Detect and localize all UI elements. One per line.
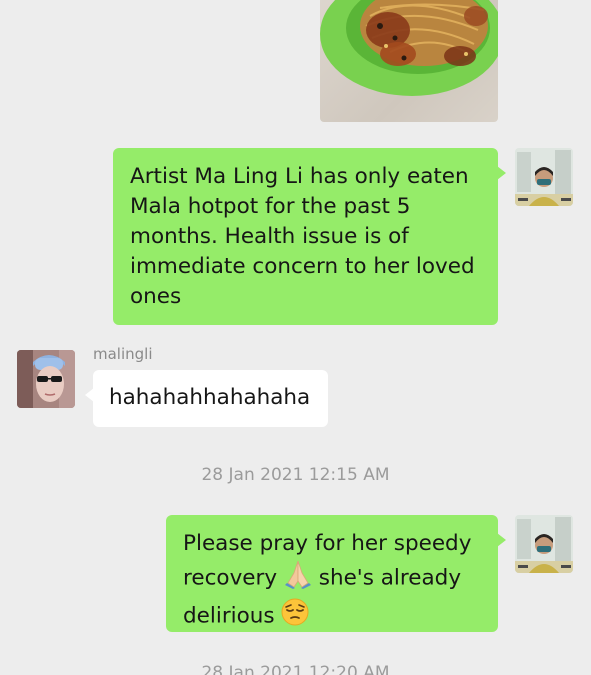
sender-name: malingli: [93, 345, 153, 363]
pensive-face-emoji-icon: [281, 598, 309, 635]
avatar-portrait-image: [515, 148, 573, 206]
my-avatar[interactable]: [515, 515, 573, 573]
contact-avatar[interactable]: [17, 350, 75, 408]
message-text: Artist Ma Ling Li has only eaten Mala ho…: [130, 164, 475, 309]
message-bubble-sent[interactable]: Please pray for her speedy recovery she'…: [166, 515, 506, 635]
pray-emoji-icon: [284, 559, 312, 598]
timestamp-divider: 28 Jan 2021 12:20 AM: [201, 663, 390, 675]
message-text: hahahahhahahaha: [109, 385, 311, 410]
chat-window: Artist Ma Ling Li has only eaten Mala ho…: [0, 0, 591, 675]
timestamp-divider: 28 Jan 2021 12:15 AM: [201, 465, 390, 485]
message-bubble-received[interactable]: hahahahhahahaha: [85, 370, 328, 427]
avatar-portrait-image: [515, 515, 573, 573]
food-photo-message[interactable]: [320, 0, 498, 122]
my-avatar[interactable]: [515, 148, 573, 206]
message-bubble-sent[interactable]: Artist Ma Ling Li has only eaten Mala ho…: [113, 148, 506, 325]
avatar-portrait-image: [17, 350, 75, 408]
food-plate-image: [320, 0, 498, 96]
